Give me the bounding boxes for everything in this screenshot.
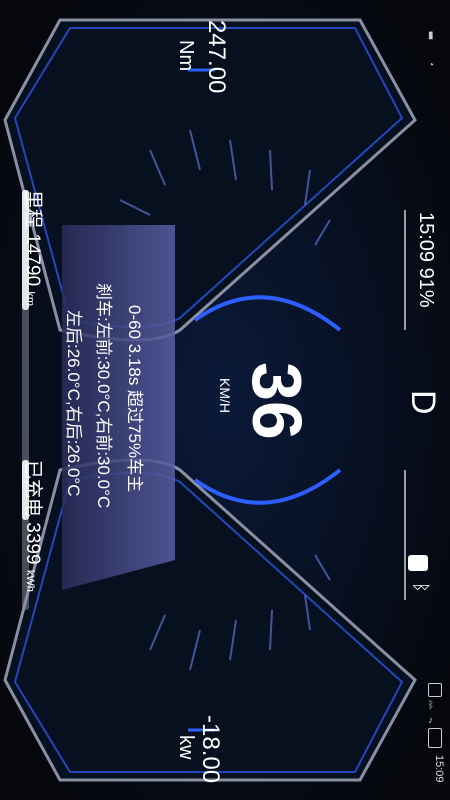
speed-unit: KM/H <box>217 378 233 413</box>
speed-value: 36 <box>238 362 316 440</box>
tire-temp-rear: 左后:26.0°C,右后:26.0°C <box>64 310 83 497</box>
mute-icon: ♪ <box>428 715 433 726</box>
time-battery-readout: 15:09 91% <box>415 212 437 308</box>
gear-indicator: D <box>404 390 442 415</box>
statusbar-time: 15:09 <box>433 755 445 783</box>
accel-stat: 0-60 3.18s 超过75%车主 <box>125 305 144 493</box>
bluetooth-icon: ᛒ <box>428 700 434 711</box>
odometer-label: 里程 <box>22 190 43 229</box>
power-value: -18.00 <box>197 715 224 784</box>
charged-value: 3399 <box>22 522 43 565</box>
torque-unit: Nm <box>175 40 197 72</box>
battery-icon <box>428 728 442 748</box>
bluetooth-car-icon: ᛒ <box>411 582 431 593</box>
torque-value: 247.00 <box>203 20 230 94</box>
signal-icon: ▮ <box>428 30 434 41</box>
odometer-unit: km <box>24 291 36 307</box>
charged-unit: kWh <box>24 569 36 592</box>
dashboard: 15:09 ᛒ ♪ ▮ ◔ 15:09 91% D ᛒ 36 KM/H 247.… <box>0 0 450 800</box>
charged-energy: 已充电 3399 kWh <box>22 460 43 592</box>
car-lock-icon <box>408 555 428 571</box>
odometer: 里程 14790 km <box>22 190 43 307</box>
tire-temp-front: 刹车:左前:30.0°C,右前:30.0°C <box>94 283 113 509</box>
charged-label: 已充电 <box>22 460 43 518</box>
power-unit: kw <box>175 735 197 760</box>
odometer-value: 14790 <box>22 233 43 287</box>
alarm-icon: ◔ <box>428 60 435 71</box>
nfc-icon <box>428 683 442 697</box>
